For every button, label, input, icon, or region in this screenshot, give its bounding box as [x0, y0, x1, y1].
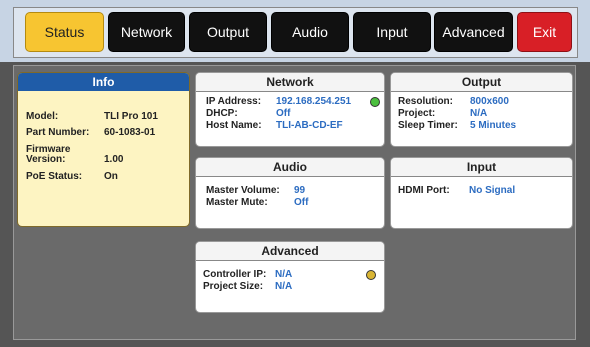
- master-mute-value: Off: [294, 197, 309, 208]
- project-size-label: Project Size:: [203, 281, 264, 292]
- advanced-panel-title: Advanced: [196, 242, 384, 261]
- tab-status[interactable]: Status: [25, 12, 104, 52]
- poe-status-value: On: [104, 171, 118, 182]
- model-label: Model:: [26, 111, 59, 122]
- controller-ip-value: N/A: [275, 269, 293, 280]
- network-status-indicator-icon: [370, 97, 380, 107]
- dhcp-value: Off: [276, 108, 291, 119]
- model-value: TLI Pro 101: [104, 111, 158, 122]
- tab-output[interactable]: Output: [189, 12, 267, 52]
- master-volume-label: Master Volume:: [206, 185, 280, 196]
- firmware-value: 1.00: [104, 154, 124, 165]
- input-panel[interactable]: Input HDMI Port: No Signal: [390, 157, 573, 229]
- project-label: Project:: [398, 108, 436, 119]
- output-panel-title: Output: [391, 73, 572, 92]
- advanced-panel[interactable]: Advanced Controller IP: N/A Project Size…: [195, 241, 385, 313]
- hdmi-port-value: No Signal: [469, 185, 516, 196]
- resolution-value: 800x600: [470, 96, 509, 107]
- hdmi-port-label: HDMI Port:: [398, 185, 450, 196]
- controller-ip-label: Controller IP:: [203, 269, 267, 280]
- tab-advanced[interactable]: Advanced: [434, 12, 513, 52]
- project-value: N/A: [470, 108, 488, 119]
- network-panel[interactable]: Network IP Address: 192.168.254.251 DHCP…: [195, 72, 385, 147]
- tab-network[interactable]: Network: [108, 12, 185, 52]
- exit-button[interactable]: Exit: [517, 12, 572, 52]
- dhcp-label: DHCP:: [206, 108, 238, 119]
- project-size-value: N/A: [275, 281, 293, 292]
- info-panel: Info Model: TLI Pro 101 Part Number: 60-…: [17, 72, 190, 227]
- ip-address-label: IP Address:: [206, 96, 262, 107]
- part-number-value: 60-1083-01: [104, 127, 156, 138]
- poe-status-label: PoE Status:: [26, 171, 83, 182]
- advanced-status-indicator-icon: [366, 270, 376, 280]
- sleep-timer-value: 5 Minutes: [470, 120, 517, 131]
- output-panel[interactable]: Output Resolution: 800x600 Project: N/A …: [390, 72, 573, 147]
- ip-address-value: 192.168.254.251: [276, 96, 352, 107]
- firmware-label-line2: Version:: [26, 154, 66, 165]
- host-name-value: TLI-AB-CD-EF: [276, 120, 343, 131]
- tab-bar: Status Network Output Audio Input Advanc…: [0, 0, 590, 62]
- input-panel-title: Input: [391, 158, 572, 177]
- part-number-label: Part Number:: [26, 127, 90, 138]
- resolution-label: Resolution:: [398, 96, 453, 107]
- audio-panel[interactable]: Audio Master Volume: 99 Master Mute: Off: [195, 157, 385, 229]
- master-volume-value: 99: [294, 185, 306, 196]
- tab-audio[interactable]: Audio: [271, 12, 349, 52]
- tab-input[interactable]: Input: [353, 12, 431, 52]
- host-name-label: Host Name:: [206, 120, 262, 131]
- master-mute-label: Master Mute:: [206, 197, 268, 208]
- info-panel-title: Info: [18, 73, 189, 91]
- audio-panel-title: Audio: [196, 158, 384, 177]
- network-panel-title: Network: [196, 73, 384, 92]
- sleep-timer-label: Sleep Timer:: [398, 120, 458, 131]
